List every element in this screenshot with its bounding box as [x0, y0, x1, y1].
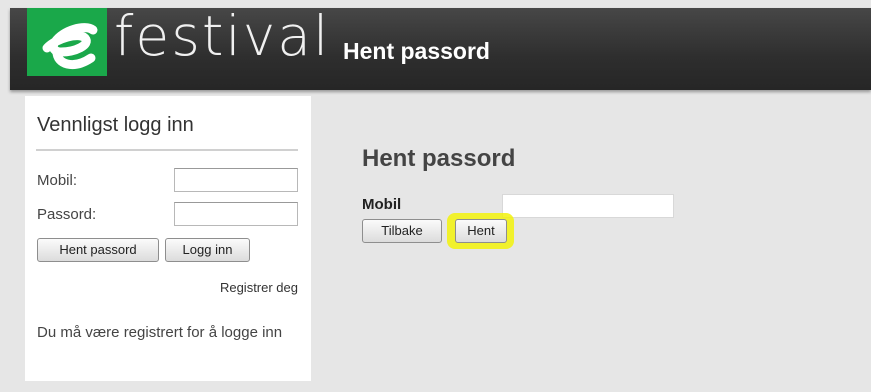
brand-name: festival — [114, 4, 331, 68]
login-panel: Vennligst logg inn Mobil: Passord: Hent … — [25, 96, 311, 381]
e-logo-icon — [27, 8, 107, 76]
register-link[interactable]: Registrer deg — [220, 280, 298, 295]
fetch-password-button[interactable]: Hent passord — [37, 238, 159, 262]
divider — [36, 149, 298, 151]
page-title: Hent passord — [362, 145, 516, 172]
login-note: Du må være registrert for å logge inn — [37, 324, 283, 341]
mobile-field-label: Mobil — [362, 196, 402, 213]
login-button[interactable]: Logg inn — [165, 238, 250, 262]
header-title: Hent passord — [343, 38, 490, 64]
login-panel-title: Vennligst logg inn — [37, 114, 194, 136]
header-bar: festival Hent passord — [10, 4, 871, 90]
fetch-button[interactable]: Hent — [455, 219, 507, 243]
login-mobile-input[interactable] — [174, 168, 298, 192]
back-button[interactable]: Tilbake — [362, 219, 442, 243]
login-password-input[interactable] — [174, 202, 298, 226]
mobile-input[interactable] — [502, 194, 674, 218]
password-label: Passord: — [37, 206, 97, 223]
mobile-label: Mobil: — [37, 172, 78, 189]
